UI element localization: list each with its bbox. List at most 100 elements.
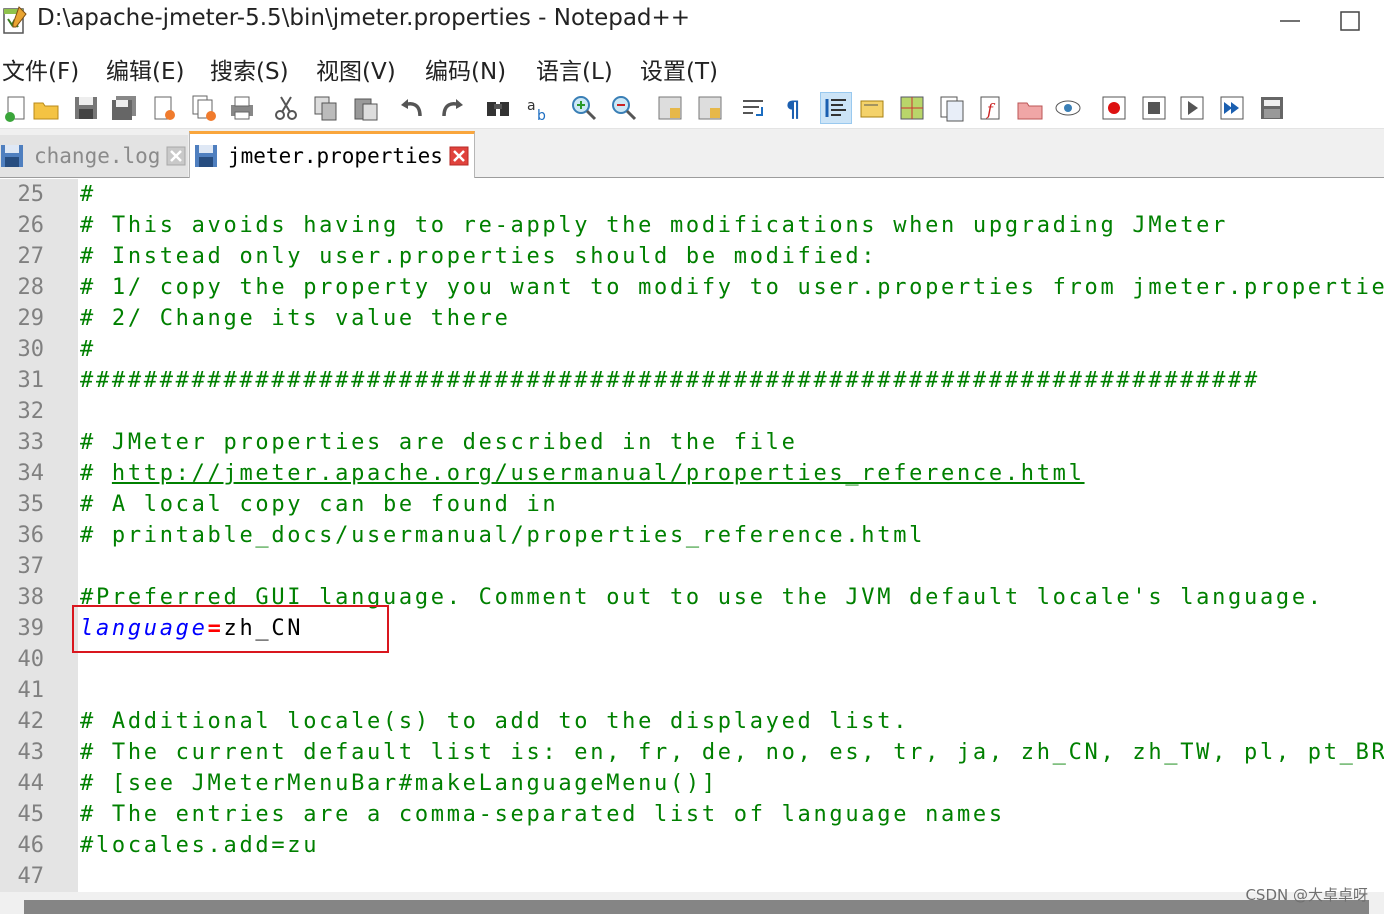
menu-view[interactable]: 视图(V)	[316, 52, 396, 86]
print-button[interactable]	[226, 92, 258, 124]
scrollbar-thumb[interactable]	[24, 900, 1369, 914]
new-file-icon	[5, 96, 25, 122]
zoom-out-button[interactable]	[608, 92, 640, 124]
code-text: # The current default list is: en, fr, d…	[80, 740, 1384, 765]
copy-button[interactable]	[310, 92, 342, 124]
open-file-button[interactable]	[30, 92, 62, 124]
line-number: 39	[17, 616, 45, 641]
code-text: #locales.add=zu	[80, 833, 320, 858]
code-text: # A local copy can be found in	[80, 492, 559, 517]
indent-guide-button[interactable]	[820, 92, 852, 124]
text-editor[interactable]: 25 #26 # This avoids having to re-apply th…	[0, 179, 1384, 892]
menu-file[interactable]: 文件(F)	[2, 52, 79, 86]
zoom-in-icon	[572, 96, 597, 121]
zoom-in-button[interactable]	[568, 92, 600, 124]
run-macro-multiple-button[interactable]	[1216, 92, 1248, 124]
find-button[interactable]	[482, 92, 514, 124]
new-file-button[interactable]	[0, 92, 32, 124]
undo-icon	[401, 99, 422, 117]
menu-edit[interactable]: 编辑(E)	[106, 52, 184, 86]
window-title: D:\apache-jmeter-5.5\bin\jmeter.properti…	[37, 5, 691, 31]
copy-icon	[314, 96, 337, 121]
close-tab-icon[interactable]	[449, 146, 469, 166]
word-wrap-button[interactable]	[738, 92, 770, 124]
close-icon	[154, 96, 175, 120]
paste-button[interactable]	[350, 92, 382, 124]
folder-workspace-icon	[1017, 102, 1043, 120]
code-line: 41	[0, 675, 1384, 706]
find-icon	[487, 102, 509, 116]
stop-macro-button[interactable]	[1138, 92, 1170, 124]
monitoring-button[interactable]	[1052, 92, 1084, 124]
saved-file-icon	[195, 145, 217, 167]
comment-prefix: #	[80, 461, 112, 486]
sync-vertical-button[interactable]	[654, 92, 686, 124]
close-button[interactable]	[148, 92, 180, 124]
save-macro-button[interactable]	[1256, 92, 1288, 124]
undo-button[interactable]	[396, 92, 428, 124]
redo-icon	[442, 99, 463, 117]
line-number: 40	[17, 647, 45, 672]
code-line: 42 # Additional locale(s) to add to the d…	[0, 706, 1384, 737]
user-language-button[interactable]	[856, 92, 888, 124]
menu-language[interactable]: 语言(L)	[536, 52, 613, 86]
line-number: 29	[17, 306, 45, 331]
line-number: 44	[17, 771, 45, 796]
save-all-button[interactable]	[108, 92, 140, 124]
line-number: 34	[17, 461, 45, 486]
maximize-button[interactable]	[1320, 0, 1380, 42]
tab-jmeter-properties[interactable]: jmeter.properties	[189, 131, 475, 178]
watermark: CSDN @大卓卓呀	[1245, 886, 1368, 904]
show-all-chars-button[interactable]: ¶	[778, 92, 810, 124]
svg-text:b: b	[537, 108, 546, 122]
tab-label: change.log	[34, 144, 161, 168]
code-line: 43 # The current default list is: en, fr,…	[0, 737, 1384, 768]
cut-button[interactable]	[270, 92, 302, 124]
record-macro-button[interactable]	[1098, 92, 1130, 124]
function-list-icon: f	[980, 96, 1000, 120]
line-number: 37	[17, 554, 45, 579]
doc-map-button[interactable]	[896, 92, 928, 124]
cut-icon	[275, 96, 297, 120]
menu-settings[interactable]: 设置(T)	[640, 52, 718, 86]
title-bar: D:\apache-jmeter-5.5\bin\jmeter.properti…	[0, 0, 1384, 42]
indent-guide-icon	[825, 99, 846, 117]
code-line: 34 # http://jmeter.apache.org/usermanual/…	[0, 458, 1384, 489]
code-line: 45 # The entries are a comma-separated li…	[0, 799, 1384, 830]
svg-text:¶: ¶	[786, 98, 800, 122]
sync-horizontal-button[interactable]	[694, 92, 726, 124]
save-button[interactable]	[70, 92, 102, 124]
line-number: 41	[17, 678, 45, 703]
sync-horizontal-icon	[698, 96, 722, 120]
menu-encoding[interactable]: 编码(N)	[425, 52, 506, 86]
minimize-button[interactable]	[1260, 0, 1320, 42]
line-number: 25	[17, 182, 45, 207]
function-list-button[interactable]: f	[976, 92, 1008, 124]
code-text: # [see JMeterMenuBar#makeLanguageMenu()]	[80, 771, 718, 796]
menu-bar: 文件(F) 编辑(E) 搜索(S) 视图(V) 编码(N) 语言(L) 设置(T…	[0, 52, 1384, 88]
play-macro-icon	[1180, 96, 1204, 120]
svg-text:a: a	[527, 98, 536, 114]
doc-list-button[interactable]	[936, 92, 968, 124]
paste-icon	[354, 98, 378, 121]
redo-button[interactable]	[436, 92, 468, 124]
replace-button[interactable]: ab	[522, 92, 554, 124]
line-number: 43	[17, 740, 45, 765]
close-tab-icon[interactable]	[166, 146, 186, 166]
url-link[interactable]: http://jmeter.apache.org/usermanual/prop…	[112, 461, 1085, 486]
zoom-out-icon	[612, 96, 637, 121]
close-all-button[interactable]	[188, 92, 220, 124]
code-text: # 1/ copy the property you want to modif…	[80, 275, 1384, 300]
folder-workspace-button[interactable]	[1014, 92, 1046, 124]
monitoring-icon	[1055, 100, 1081, 116]
play-macro-button[interactable]	[1176, 92, 1208, 124]
horizontal-scrollbar[interactable]	[0, 892, 1384, 914]
code-text: # JMeter properties are described in the…	[80, 430, 798, 455]
code-line: 29 # 2/ Change its value there	[0, 303, 1384, 334]
code-line: 32	[0, 396, 1384, 427]
tab-change-log[interactable]: change.log	[0, 135, 188, 177]
line-number: 28	[17, 275, 45, 300]
code-line: 35 # A local copy can be found in	[0, 489, 1384, 520]
line-number: 27	[17, 244, 45, 269]
menu-search[interactable]: 搜索(S)	[210, 52, 289, 86]
